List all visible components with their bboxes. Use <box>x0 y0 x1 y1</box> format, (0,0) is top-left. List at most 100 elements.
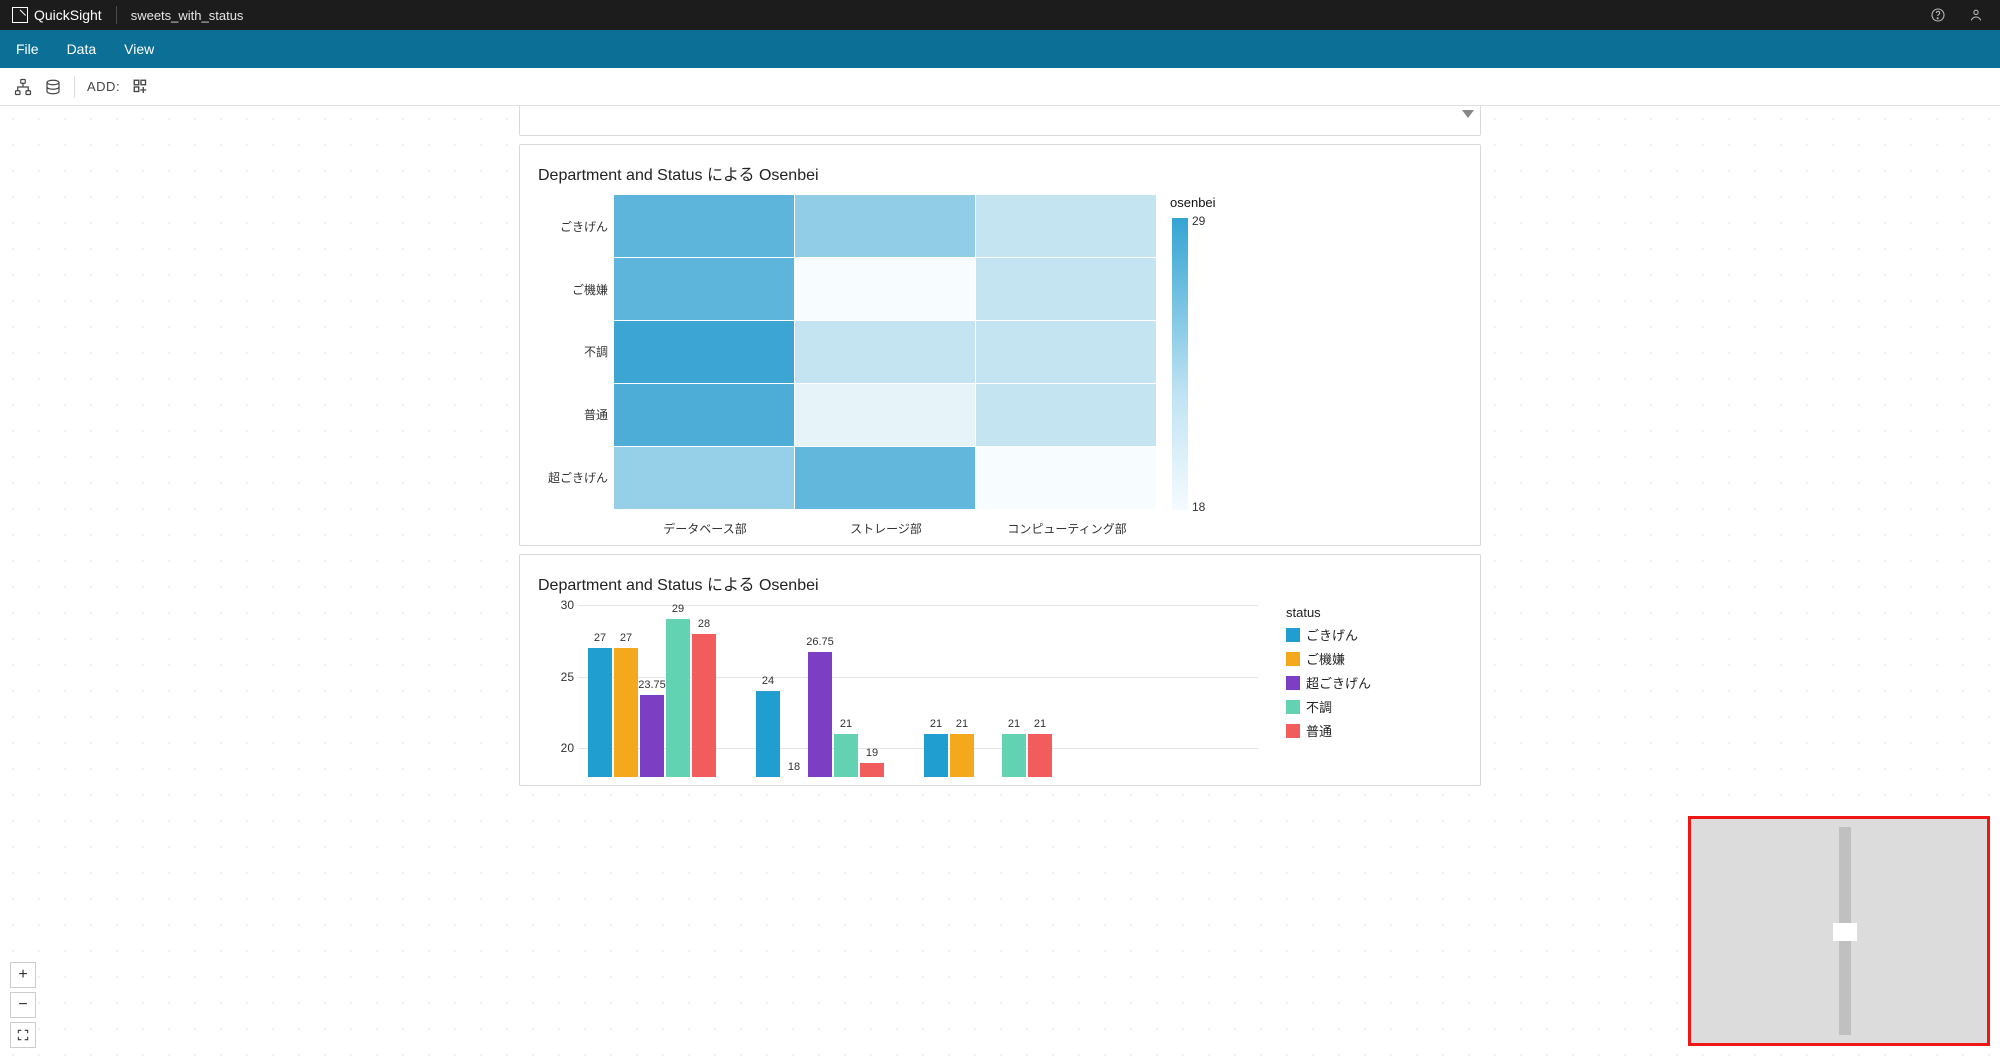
bar[interactable]: 21 <box>834 734 858 777</box>
barchart-title: Department and Status による Osenbei <box>538 571 1462 595</box>
heatmap-cell[interactable] <box>976 384 1156 446</box>
y-tick: 30 <box>538 598 574 612</box>
legend-swatch <box>1286 700 1300 714</box>
hm-row-label: ご機嫌 <box>538 258 608 320</box>
heatmap-cell[interactable] <box>795 321 975 383</box>
legend-item[interactable]: ごきげん <box>1286 625 1371 644</box>
legend-label: 普通 <box>1306 721 1332 740</box>
toolbar-separator <box>74 76 75 98</box>
heatmap-cell[interactable] <box>795 258 975 320</box>
sheet[interactable]: Department and Status による Osenbei ごきげん ご… <box>519 106 1481 1058</box>
bar-value-label: 26.75 <box>806 636 834 648</box>
legend-item[interactable]: 不調 <box>1286 697 1371 716</box>
brand-text: QuickSight <box>34 7 102 23</box>
bar-value-label: 19 <box>866 747 878 759</box>
bar[interactable]: 21 <box>950 734 974 777</box>
bar[interactable]: 21 <box>924 734 948 777</box>
bar-value-label: 21 <box>930 718 942 730</box>
bar-value-label: 21 <box>1034 718 1046 730</box>
zoom-out-button[interactable]: − <box>10 992 36 1018</box>
heatmap-row-labels: ごきげん ご機嫌 不調 普通 超ごきげん <box>538 195 614 509</box>
toolbar: ADD: <box>0 68 2000 106</box>
scroll-down-icon[interactable] <box>1462 110 1474 118</box>
zoom-controls: + − <box>10 962 36 1048</box>
heatmap-cell[interactable] <box>614 258 794 320</box>
bar[interactable]: 21 <box>1002 734 1026 777</box>
legend-item[interactable]: 超ごきげん <box>1286 673 1371 692</box>
legend-title: status <box>1286 605 1371 620</box>
heatmap-cell[interactable] <box>976 321 1156 383</box>
hm-col-label: データベース部 <box>615 520 795 537</box>
bar-value-label: 21 <box>956 718 968 730</box>
bar[interactable]: 27 <box>588 648 612 777</box>
dataset-icon[interactable] <box>44 78 62 96</box>
hm-col-label: コンピューティング部 <box>977 520 1157 537</box>
heatmap-legend-title: osenbei <box>1170 195 1216 210</box>
barchart-plot[interactable]: 202530 272723.752928241826.7521192121212… <box>538 605 1258 777</box>
analysis-title: sweets_with_status <box>131 8 244 23</box>
heatmap-cell[interactable] <box>976 195 1156 257</box>
menu-file[interactable]: File <box>16 41 39 57</box>
fit-to-screen-button[interactable] <box>10 1022 36 1048</box>
heatmap-grid[interactable] <box>614 195 1156 509</box>
barchart-panel[interactable]: Department and Status による Osenbei 20 25 30… <box>519 554 1481 786</box>
heatmap-cell[interactable] <box>976 258 1156 320</box>
legend-swatch <box>1286 676 1300 690</box>
bar-group: 241826.752119 <box>756 605 884 777</box>
legend-label: 不調 <box>1306 697 1332 716</box>
add-label: ADD: <box>87 79 120 94</box>
add-visual-icon[interactable] <box>132 78 150 96</box>
heatmap-col-labels: データベース部 ストレージ部 コンピューティング部 <box>538 520 1462 537</box>
heatmap-colorbar <box>1172 218 1188 510</box>
quicksight-logo-icon <box>12 7 28 23</box>
bar[interactable]: 28 <box>692 634 716 777</box>
minimap[interactable] <box>1688 816 1990 1046</box>
clipped-panel-top <box>519 106 1481 136</box>
bar[interactable]: 29 <box>666 619 690 777</box>
bar[interactable]: 27 <box>614 648 638 777</box>
bar-value-label: 18 <box>788 761 800 773</box>
bar-group: 272723.752928 <box>588 605 716 777</box>
heatmap-cell[interactable] <box>614 447 794 509</box>
menu-view[interactable]: View <box>124 41 154 57</box>
minimap-viewport[interactable] <box>1833 923 1857 941</box>
bar-value-label: 23.75 <box>638 679 666 691</box>
y-tick: 25 <box>538 670 574 684</box>
legend-swatch <box>1286 628 1300 642</box>
y-tick: 20 <box>538 741 574 755</box>
schema-icon[interactable] <box>14 78 32 96</box>
brand[interactable]: QuickSight <box>12 7 102 23</box>
barchart-legend: status ごきげんご機嫌超ごきげん不調普通 <box>1286 605 1371 745</box>
user-icon[interactable] <box>1964 3 1988 27</box>
top-bar: QuickSight sweets_with_status <box>0 0 2000 30</box>
heatmap-cell[interactable] <box>795 447 975 509</box>
bar[interactable]: 19 <box>860 763 884 777</box>
separator <box>116 6 117 24</box>
heatmap-title: Department and Status による Osenbei <box>538 161 1462 185</box>
heatmap-cell[interactable] <box>614 384 794 446</box>
heatmap-cell[interactable] <box>795 195 975 257</box>
legend-label: ご機嫌 <box>1306 649 1345 668</box>
hm-row-label: 普通 <box>538 384 608 446</box>
heatmap-cell[interactable] <box>614 321 794 383</box>
bar[interactable]: 26.75 <box>808 652 832 777</box>
bar-value-label: 27 <box>620 632 632 644</box>
heatmap-panel[interactable]: Department and Status による Osenbei ごきげん ご… <box>519 144 1481 546</box>
bar-value-label: 21 <box>840 718 852 730</box>
bar-value-label: 29 <box>672 603 684 615</box>
legend-item[interactable]: 普通 <box>1286 721 1371 740</box>
heatmap-cell[interactable] <box>614 195 794 257</box>
menu-bar: File Data View <box>0 30 2000 68</box>
help-icon[interactable] <box>1926 3 1950 27</box>
zoom-in-button[interactable]: + <box>10 962 36 988</box>
menu-data[interactable]: Data <box>67 41 97 57</box>
hm-row-label: 超ごきげん <box>538 447 608 509</box>
legend-item[interactable]: ご機嫌 <box>1286 649 1371 668</box>
heatmap-cell[interactable] <box>976 447 1156 509</box>
heatmap-cell[interactable] <box>795 384 975 446</box>
canvas[interactable]: Department and Status による Osenbei ごきげん ご… <box>0 106 2000 1058</box>
bar[interactable]: 21 <box>1028 734 1052 777</box>
bar[interactable]: 23.75 <box>640 695 664 777</box>
legend-swatch <box>1286 652 1300 666</box>
bar[interactable]: 24 <box>756 691 780 777</box>
